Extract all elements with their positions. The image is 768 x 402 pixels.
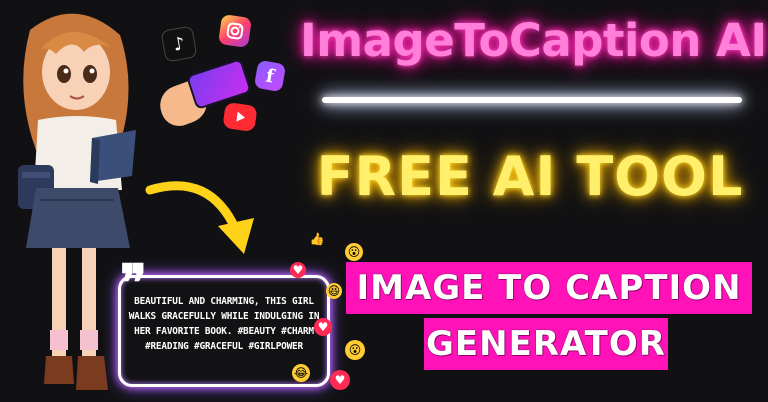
surprised-emoji-icon: 😮 xyxy=(345,340,365,360)
laughing-emoji-icon: 😆 xyxy=(326,283,342,299)
tiktok-icon: ♪ xyxy=(160,25,198,63)
laughing-emoji-icon: 😂 xyxy=(292,364,310,382)
caption-text: BEAUTIFUL AND CHARMING, THIS GIRL WALKS … xyxy=(128,296,320,352)
neon-divider xyxy=(322,97,742,103)
heart-icon: ♥ xyxy=(314,318,332,336)
subtitle: FREE AI TOOL xyxy=(316,145,744,208)
facebook-icon: f xyxy=(253,59,287,93)
like-icon: 👍 xyxy=(309,232,325,246)
youtube-icon xyxy=(222,101,258,133)
banner-line-2: GENERATOR xyxy=(424,318,668,370)
heart-icon: ♥ xyxy=(290,262,306,278)
surprised-emoji-icon: 😮 xyxy=(345,243,363,261)
heart-icon: ♥ xyxy=(330,370,350,390)
instagram-icon xyxy=(218,14,252,48)
thumbnail-canvas: ♪ f ImageToCaption AI FREE AI TOOL IMAGE… xyxy=(0,0,768,402)
curved-arrow-icon xyxy=(145,181,254,254)
page-title: ImageToCaption AI xyxy=(300,14,767,67)
banner-line-1: IMAGE TO CAPTION xyxy=(346,262,752,314)
phone-icon xyxy=(185,57,253,111)
